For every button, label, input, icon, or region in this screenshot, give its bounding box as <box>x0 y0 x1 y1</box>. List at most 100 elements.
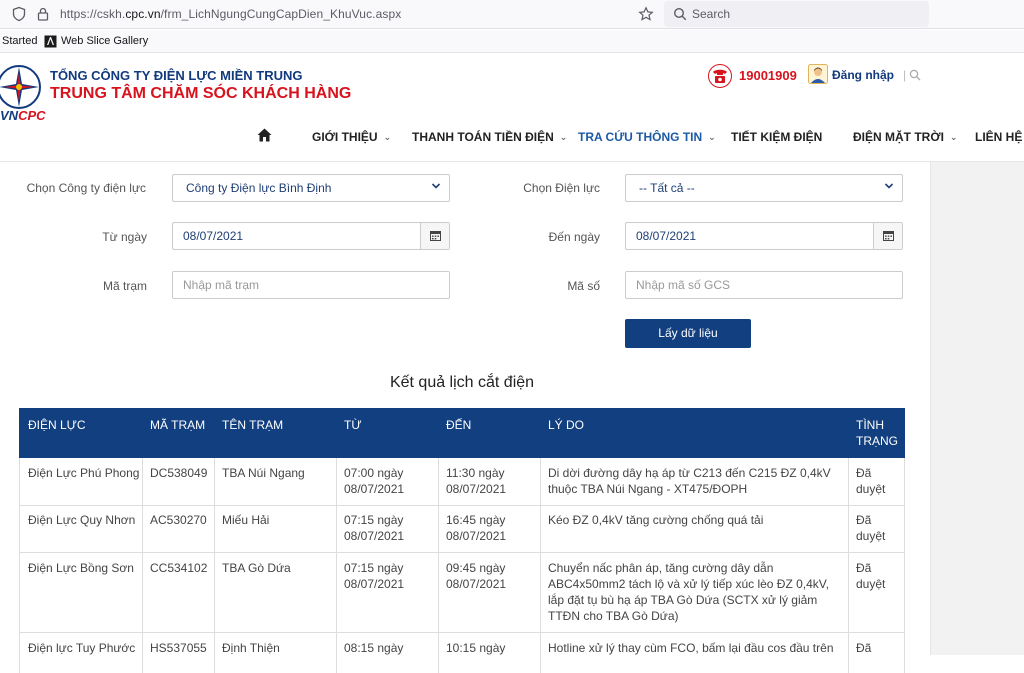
col-dien-luc[interactable]: ĐIỆN LỰC <box>28 417 86 433</box>
station-label: Mã trạm <box>102 279 147 293</box>
main-nav: GIỚI THIỆU ⌄ THANH TOÁN TIỀN ĐIỆN ⌄ TRA CỨ… <box>0 126 1024 150</box>
from-date-input[interactable]: 08/07/2021 <box>172 222 450 250</box>
url-prefix: https://cskh. <box>60 7 126 21</box>
chevron-down-icon: ⌄ <box>383 132 392 142</box>
cell-ten-tram: Miếu Hải <box>222 513 270 527</box>
nav-thanh-toan-tien-dien[interactable]: THANH TOÁN TIỀN ĐIỆN ⌄ <box>412 130 567 144</box>
chevron-down-icon: ⌄ <box>708 132 716 142</box>
search-icon <box>673 7 687 21</box>
bookmark-started[interactable]: Started <box>2 35 37 47</box>
nav-tiet-kiem-dien[interactable]: TIẾT KIỆM ĐIỆN <box>731 130 822 144</box>
to-date-value: 08/07/2021 <box>636 229 697 243</box>
col-ly-do[interactable]: LÝ DO <box>548 417 584 433</box>
chevron-down-icon <box>884 183 894 189</box>
cell-tu: 07:15 ngày 08/07/2021 <box>344 513 405 543</box>
cell-dien-luc: Điện Lực Bồng Sơn <box>28 561 134 575</box>
station-input[interactable]: Nhập mã trạm <box>172 271 450 299</box>
hotline-number: 19001909 <box>739 68 797 83</box>
bookmark-web-slice-gallery[interactable]: Web Slice Gallery <box>61 35 148 47</box>
cell-den: 10:15 ngày <box>446 641 506 655</box>
from-date-value: 08/07/2021 <box>183 229 244 243</box>
cell-ten-tram: TBA Núi Ngang <box>222 466 305 480</box>
chevron-down-icon <box>431 183 441 189</box>
chevron-down-icon: ⌄ <box>949 132 958 142</box>
org-name: TỔNG CÔNG TY ĐIỆN LỰC MIỀN TRUNG <box>50 68 303 83</box>
nav-label: LIÊN HỆ <box>975 130 1023 144</box>
col-ma-tram[interactable]: MÃ TRẠM <box>150 417 205 433</box>
calendar-icon <box>883 231 894 241</box>
col-tu[interactable]: TỪ <box>344 417 362 433</box>
user-avatar-icon <box>808 64 828 84</box>
to-date-input[interactable]: 08/07/2021 <box>625 222 903 250</box>
cell-dien-luc: Điện lực Tuy Phước <box>28 641 136 655</box>
shield-icon[interactable] <box>11 6 27 22</box>
evn-logo-icon[interactable] <box>0 64 42 110</box>
cell-ly-do: Chuyển nấc phân áp, tăng cường dây dẫn A… <box>548 561 830 623</box>
table-row[interactable]: Điện Lực Quy Nhơn AC530270 Miếu Hải 07:1… <box>19 506 905 553</box>
branch-value: -- Tất cả -- <box>639 181 695 195</box>
cell-tinh-trang: Đã <box>856 641 872 655</box>
to-date-picker-button[interactable] <box>873 223 902 249</box>
branch-select[interactable]: -- Tất cả -- <box>625 174 903 202</box>
nav-lien-he[interactable]: LIÊN HỆ <box>975 130 1022 144</box>
phone-icon <box>708 64 732 88</box>
col-den[interactable]: ĐẾN <box>446 417 471 433</box>
nav-dien-mat-troi[interactable]: ĐIỆN MẶT TRỜI ⌄ <box>853 130 957 144</box>
header-divider: | <box>903 68 907 82</box>
search-placeholder: Search <box>692 7 731 21</box>
header-search-icon[interactable] <box>909 69 921 81</box>
cell-tu: 08:15 ngày <box>344 641 404 655</box>
cell-ten-tram: Định Thiện <box>222 641 280 655</box>
url-field[interactable]: https://cskh.cpc.vn/frm_LichNgungCungCap… <box>60 7 401 21</box>
login-label: Đăng nhập <box>832 68 894 82</box>
cell-ten-tram: TBA Gò Dứa <box>222 561 291 575</box>
cell-tinh-trang: Đã duyệt <box>856 561 886 591</box>
logo-vn-text: VN <box>0 108 19 123</box>
nav-label: GIỚI THIỆU <box>312 130 378 144</box>
col-tinh-trang[interactable]: TÌNH TRẠNG <box>856 417 901 449</box>
browser-search-box[interactable]: Search <box>664 1 929 27</box>
bookmarks-bar: Started Web Slice Gallery <box>0 30 1024 53</box>
fetch-data-button[interactable]: Lấy dữ liệu <box>625 319 751 348</box>
home-icon[interactable] <box>257 128 272 142</box>
cell-ly-do: Hotline xử lý thay cùm FCO, bấm lại đầu … <box>548 641 834 655</box>
nav-gioi-thieu[interactable]: GIỚI THIỆU ⌄ <box>312 130 391 144</box>
cell-ly-do: Kéo ĐZ 0,4kV tăng cường chống quá tải <box>548 513 764 527</box>
from-date-label: Từ ngày <box>102 230 147 244</box>
cell-tinh-trang: Đã duyệt <box>856 513 886 543</box>
chevron-down-icon: ⌄ <box>559 132 568 142</box>
star-bookmark-icon[interactable] <box>638 6 654 22</box>
cell-ma-tram: HS537055 <box>150 641 207 655</box>
vncpc-logo-text: VNCPC <box>0 108 46 123</box>
nav-label: ĐIỆN MẶT TRỜI <box>853 130 944 144</box>
table-row[interactable]: Điện lực Tuy Phước HS537055 Định Thiện 0… <box>19 633 905 673</box>
cell-ma-tram: AC530270 <box>150 513 207 527</box>
page-gutter <box>930 162 1024 655</box>
site-header: VNCPC TỔNG CÔNG TY ĐIỆN LỰC MIỀN TRUNG T… <box>0 54 1024 162</box>
cell-ly-do: Di dời đường dây hạ áp từ C213 đến C215 … <box>548 466 831 496</box>
table-row[interactable]: Điện Lực Bồng Sơn CC534102 TBA Gò Dứa 07… <box>19 553 905 633</box>
cell-den: 11:30 ngày 08/07/2021 <box>446 466 507 496</box>
nav-label: TIẾT KIỆM ĐIỆN <box>731 130 823 144</box>
browser-address-bar: https://cskh.cpc.vn/frm_LichNgungCungCap… <box>0 0 1024 29</box>
cell-dien-luc: Điện Lực Phú Phong <box>28 466 140 480</box>
nav-label: THANH TOÁN TIỀN ĐIỆN <box>412 130 554 144</box>
cell-dien-luc: Điện Lực Quy Nhơn <box>28 513 136 527</box>
table-row[interactable]: Điện Lực Phú Phong DC538049 TBA Núi Ngan… <box>19 458 905 506</box>
code-input[interactable]: Nhập mã số GCS <box>625 271 903 299</box>
to-date-label: Đến ngày <box>548 230 600 244</box>
company-select[interactable]: Công ty Điện lực Bình Định <box>172 174 450 202</box>
cell-tinh-trang: Đã duyệt <box>856 466 886 496</box>
lock-icon[interactable] <box>35 6 51 22</box>
cell-ma-tram: DC538049 <box>150 466 208 480</box>
calendar-icon <box>430 231 441 241</box>
org-subtitle: TRUNG TÂM CHĂM SÓC KHÁCH HÀNG <box>50 85 352 102</box>
cell-den: 16:45 ngày 08/07/2021 <box>446 513 507 543</box>
logo-cpc-text: CPC <box>18 108 46 123</box>
results-title: Kết quả lịch cắt điện <box>389 374 535 391</box>
col-ten-tram[interactable]: TÊN TRẠM <box>222 417 283 433</box>
code-label: Mã số <box>567 279 600 293</box>
nav-tra-cuu-thong-tin[interactable]: TRA CỨU THÔNG TIN ⌄ <box>578 130 716 144</box>
company-value: Công ty Điện lực Bình Định <box>186 181 332 195</box>
from-date-picker-button[interactable] <box>420 223 449 249</box>
